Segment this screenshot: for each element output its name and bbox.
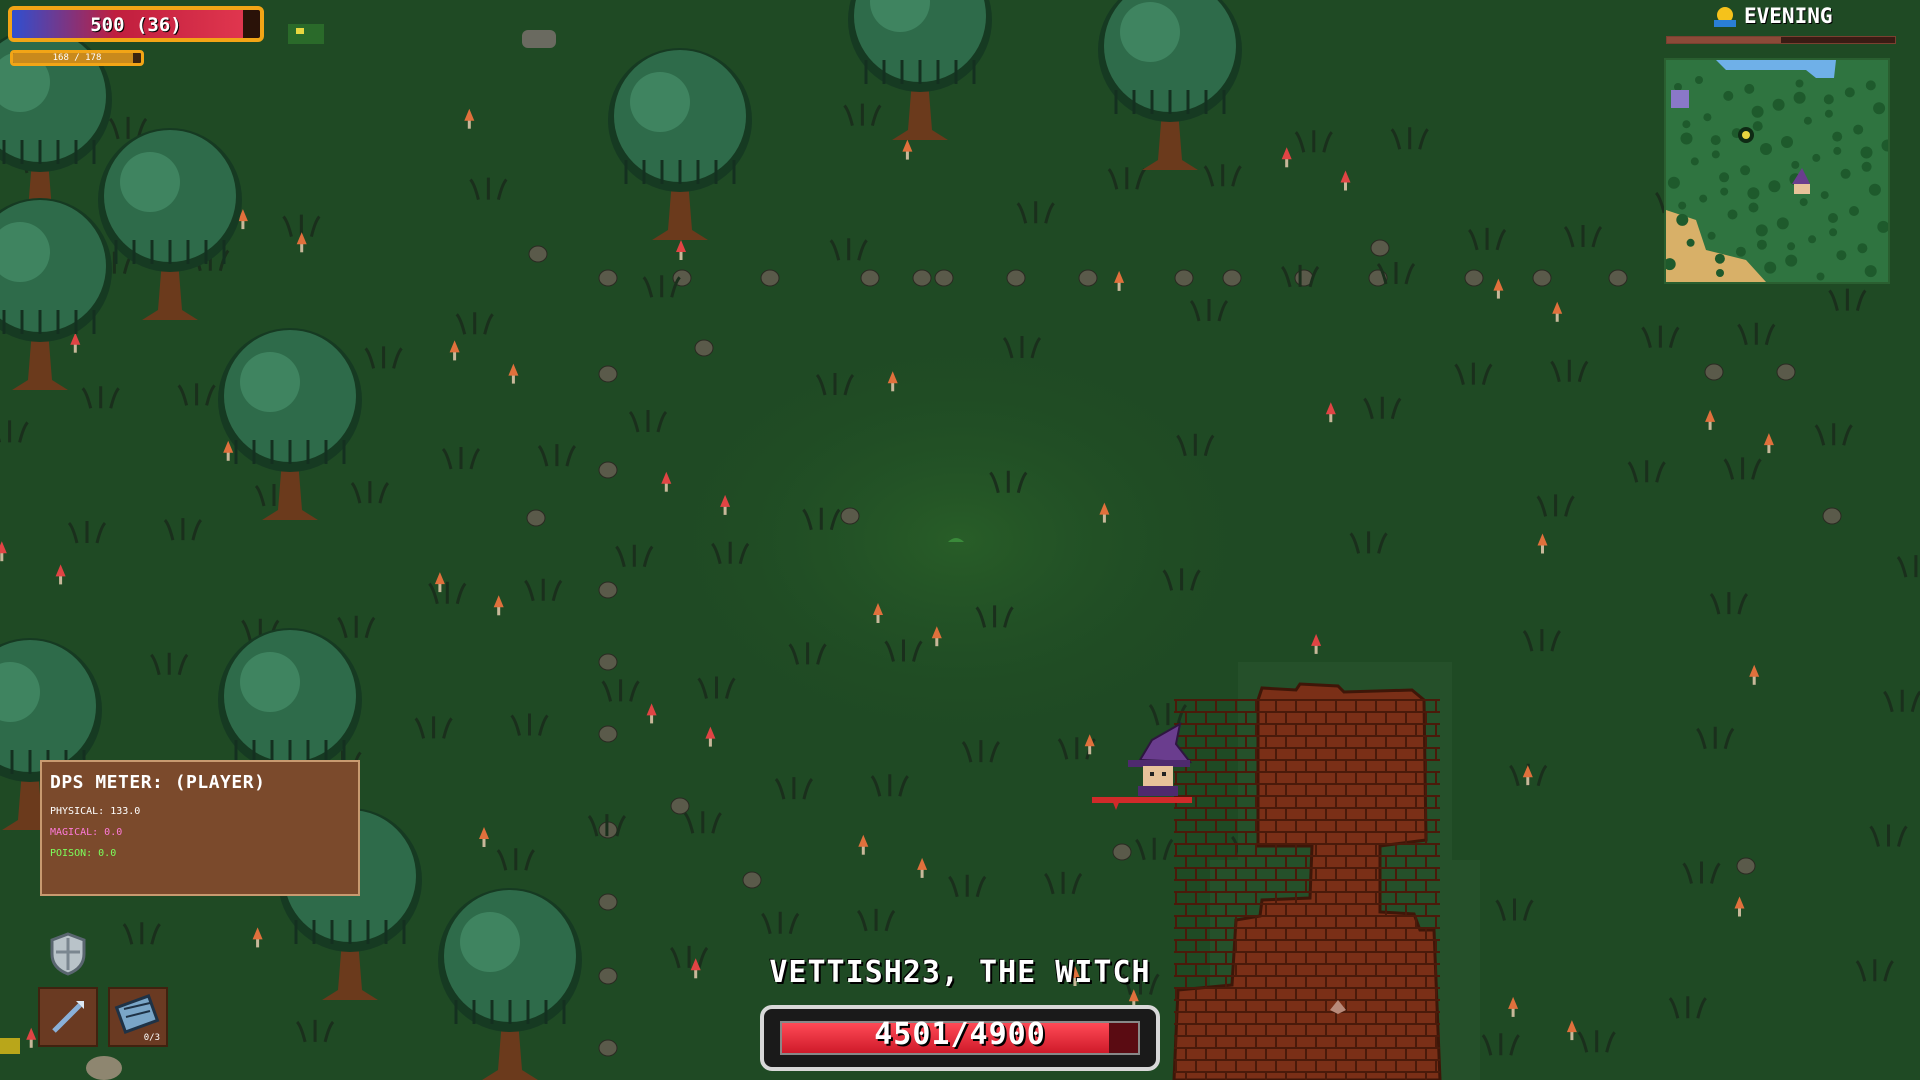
dps-meter-panel: DPS METER: (PLAYER) PHYSICAL: 133.0 MAGI… [40,760,360,896]
minimap[interactable] [1663,58,1894,284]
small-creature [288,24,324,44]
brick-ruin [1172,662,1480,1080]
day-progress-fill [1667,37,1781,43]
dps-meter-title: DPS METER: (PLAYER) [50,772,266,793]
rock [522,30,556,48]
item-count: 0/3 [143,1033,160,1043]
boss-name: VETTISH23, THE WITCH [769,955,1151,990]
player-experience-bar: 168 / 178 [10,50,144,66]
sun-horizon-icon [1714,7,1736,27]
shield-icon[interactable] [48,932,88,976]
game-world[interactable] [0,0,1920,1080]
boss-health-bar: 4501/4900 [760,1005,1160,1071]
player-experience-text: 168 / 178 [52,53,102,63]
minimap-terrain [1663,60,1894,282]
item-slot[interactable]: 0/3 [108,987,168,1047]
player-health-text: 500 (36) [90,14,182,36]
dps-physical: PHYSICAL: 133.0 [50,806,141,817]
player-health-bar: 500 (36) [8,6,264,42]
boss-health-text: 4501/4900 [874,1017,1046,1052]
time-of-day-label: EVENING [1744,4,1833,28]
wand-icon [52,1001,84,1033]
dps-poison: POISON: 0.0 [50,848,117,859]
weapon-slot[interactable] [38,987,98,1047]
dps-magical: MAGICAL: 0.0 [50,827,123,838]
time-of-day-indicator: EVENING [1712,2,1833,30]
day-progress-bar [1666,36,1896,44]
